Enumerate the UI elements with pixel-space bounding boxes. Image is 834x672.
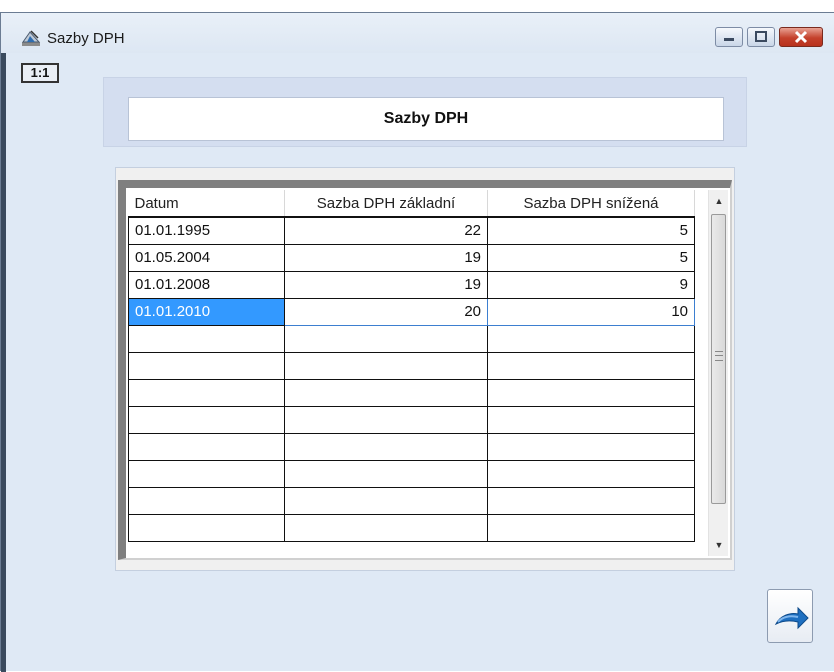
rates-table: Datum Sazba DPH základní Sazba DPH sníže… <box>128 190 695 542</box>
minimize-button[interactable] <box>715 27 743 47</box>
window-controls <box>715 27 823 47</box>
cell-reduced-rate[interactable]: 10 <box>487 297 695 326</box>
maximize-icon <box>755 31 767 42</box>
cell-base-rate[interactable]: 22 <box>284 216 488 245</box>
empty-row[interactable] <box>128 351 695 380</box>
column-header-reduced-rate[interactable]: Sazba DPH snížená <box>487 190 695 217</box>
empty-cell[interactable] <box>487 432 695 461</box>
arrow-down-icon: ▼ <box>714 540 724 550</box>
scroll-up-button[interactable]: ▲ <box>709 190 729 212</box>
empty-cell[interactable] <box>128 486 285 515</box>
empty-cell[interactable] <box>128 351 285 380</box>
header-panel: Sazby DPH <box>103 77 747 147</box>
empty-cell[interactable] <box>284 486 488 515</box>
empty-row[interactable] <box>128 378 695 407</box>
empty-cell[interactable] <box>284 405 488 434</box>
cell-base-rate[interactable]: 20 <box>284 297 488 326</box>
close-button[interactable] <box>779 27 823 47</box>
cell-base-rate[interactable]: 19 <box>284 243 488 272</box>
cell-reduced-rate[interactable]: 5 <box>487 243 695 272</box>
empty-row[interactable] <box>128 486 695 515</box>
table-row[interactable]: 01.01.2008 19 9 <box>128 270 695 299</box>
app-window: Sazby DPH 1:1 Sazby DPH Datum Sazba DPH … <box>0 12 834 672</box>
empty-row[interactable] <box>128 459 695 488</box>
empty-row[interactable] <box>128 405 695 434</box>
title-bar[interactable]: Sazby DPH <box>1 13 834 53</box>
empty-cell[interactable] <box>128 378 285 407</box>
window-title: Sazby DPH <box>47 30 125 47</box>
empty-cell[interactable] <box>487 378 695 407</box>
empty-cell[interactable] <box>128 432 285 461</box>
empty-cell[interactable] <box>487 405 695 434</box>
arrow-up-icon: ▲ <box>714 196 724 206</box>
empty-cell[interactable] <box>284 351 488 380</box>
cell-date[interactable]: 01.01.2008 <box>128 270 285 299</box>
empty-cell[interactable] <box>284 324 488 353</box>
scrollbar-thumb[interactable] <box>711 214 726 504</box>
empty-cell[interactable] <box>128 513 285 542</box>
cell-reduced-rate[interactable]: 9 <box>487 270 695 299</box>
data-grid[interactable]: Datum Sazba DPH základní Sazba DPH sníže… <box>118 180 732 560</box>
table-row-selected[interactable]: 01.01.2010 20 10 <box>128 297 695 326</box>
empty-row[interactable] <box>128 432 695 461</box>
vertical-scrollbar[interactable]: ▲ ▼ <box>708 190 728 556</box>
column-header-base-rate[interactable]: Sazba DPH základní <box>284 190 488 217</box>
empty-cell[interactable] <box>487 486 695 515</box>
empty-cell[interactable] <box>284 459 488 488</box>
empty-row[interactable] <box>128 324 695 353</box>
cell-reduced-rate[interactable]: 5 <box>487 216 695 245</box>
minimize-icon <box>724 38 734 41</box>
empty-cell[interactable] <box>487 351 695 380</box>
app-icon <box>21 29 41 47</box>
scroll-down-button[interactable]: ▼ <box>709 534 729 556</box>
grip-icon <box>715 351 723 361</box>
cell-date[interactable]: 01.01.2010 <box>128 297 285 326</box>
empty-cell[interactable] <box>284 432 488 461</box>
empty-cell[interactable] <box>487 324 695 353</box>
grid-panel: Datum Sazba DPH základní Sazba DPH sníže… <box>115 167 735 571</box>
cell-date[interactable]: 01.05.2004 <box>128 243 285 272</box>
maximize-button[interactable] <box>747 27 775 47</box>
column-header-date[interactable]: Datum <box>128 190 285 217</box>
empty-row[interactable] <box>128 513 695 542</box>
empty-cell[interactable] <box>128 324 285 353</box>
page-title: Sazby DPH <box>128 97 724 141</box>
empty-cell[interactable] <box>284 378 488 407</box>
empty-cell[interactable] <box>128 405 285 434</box>
table-header-row: Datum Sazba DPH základní Sazba DPH sníže… <box>128 190 695 217</box>
empty-cell[interactable] <box>487 459 695 488</box>
empty-cell[interactable] <box>128 459 285 488</box>
return-arrow-icon <box>774 606 809 630</box>
table-row[interactable]: 01.01.1995 22 5 <box>128 216 695 245</box>
cell-base-rate[interactable]: 19 <box>284 270 488 299</box>
zoom-indicator: 1:1 <box>21 63 59 83</box>
return-button[interactable] <box>767 589 813 643</box>
table-row[interactable]: 01.05.2004 19 5 <box>128 243 695 272</box>
cell-date[interactable]: 01.01.1995 <box>128 216 285 245</box>
close-icon <box>794 30 808 44</box>
empty-cell[interactable] <box>487 513 695 542</box>
empty-cell[interactable] <box>284 513 488 542</box>
window-border <box>1 13 6 672</box>
